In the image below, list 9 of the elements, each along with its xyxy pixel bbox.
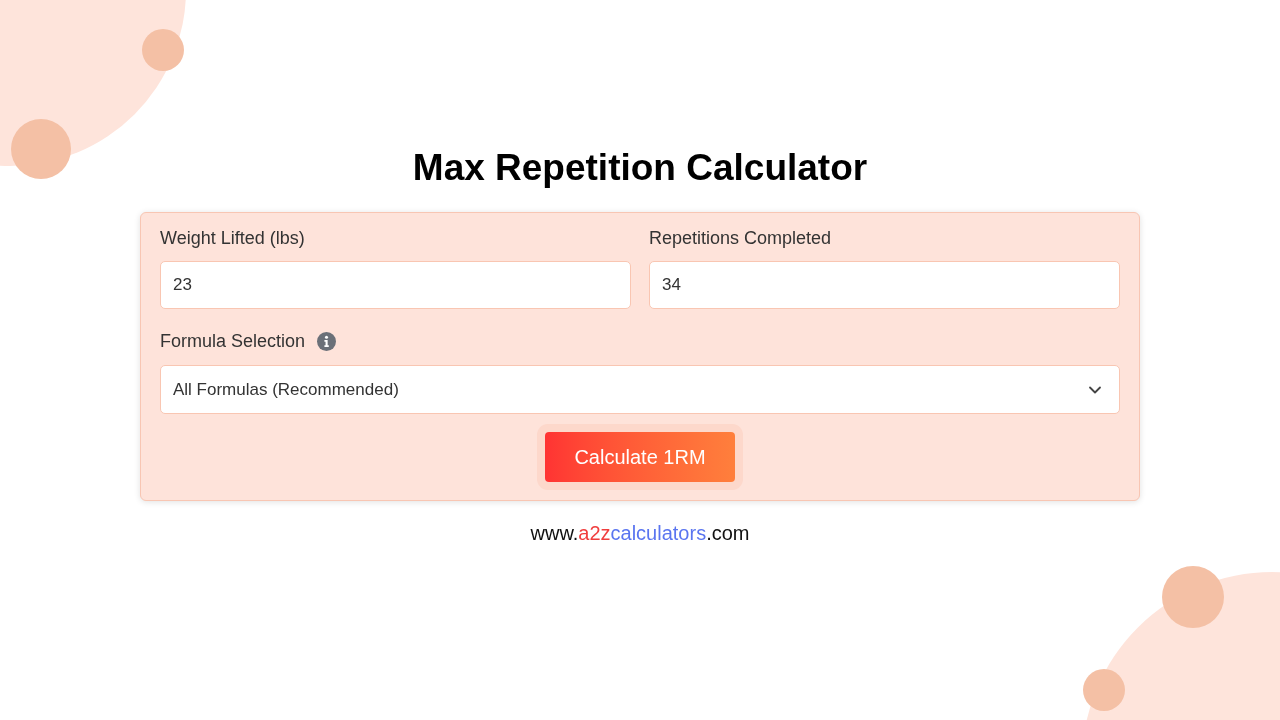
field-label: Formula Selection: [160, 330, 306, 352]
input-field[interactable]: 34: [649, 261, 1120, 309]
page-title: Max Repetition Calculator: [412, 146, 868, 190]
input-field[interactable]: 23: [160, 261, 631, 309]
field-label: Repetitions Completed: [649, 227, 833, 249]
field-label: Weight Lifted (lbs): [160, 227, 306, 249]
formula-select[interactable]: All Formulas (Recommended): [160, 365, 1120, 414]
website-url: www.a2zcalculators.com: [530, 521, 750, 546]
info-icon[interactable]: [317, 331, 337, 351]
